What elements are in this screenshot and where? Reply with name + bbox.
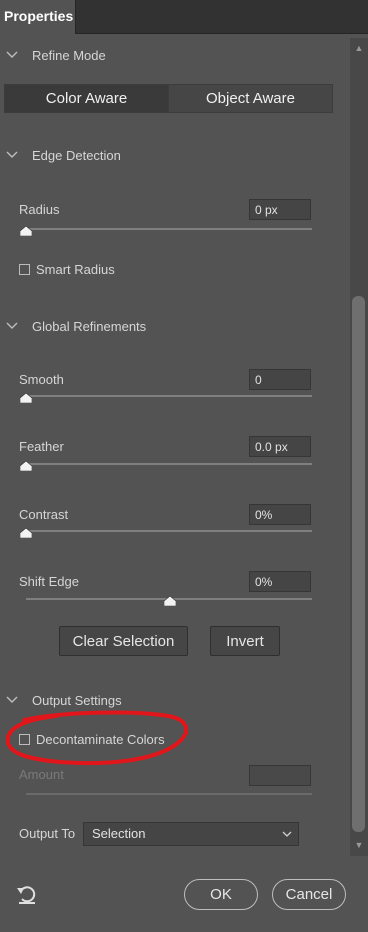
- object-aware-button[interactable]: Object Aware: [168, 85, 332, 112]
- smart-radius-checkbox[interactable]: [19, 264, 30, 275]
- feather-slider-track[interactable]: [26, 463, 312, 465]
- feather-slider-thumb[interactable]: [20, 461, 32, 471]
- radius-label: Radius: [19, 202, 60, 217]
- color-aware-button[interactable]: Color Aware: [5, 85, 168, 112]
- radius-slider-thumb[interactable]: [20, 226, 32, 236]
- properties-panel: [0, 34, 368, 932]
- smooth-slider-thumb[interactable]: [20, 393, 32, 403]
- red-annotation-circle: [5, 710, 188, 766]
- chevron-down-icon[interactable]: [5, 694, 19, 706]
- contrast-slider-thumb[interactable]: [20, 528, 32, 538]
- shift-edge-label: Shift Edge: [19, 574, 79, 589]
- tab-properties[interactable]: Properties: [0, 0, 76, 34]
- shift-edge-field[interactable]: 0%: [249, 571, 311, 592]
- output-to-selected-value: Selection: [92, 826, 146, 841]
- amount-field: [249, 765, 311, 786]
- smart-radius-label[interactable]: Smart Radius: [36, 262, 115, 277]
- contrast-slider-track[interactable]: [26, 530, 312, 532]
- invert-button[interactable]: Invert: [210, 626, 280, 656]
- scroll-up-arrow-icon[interactable]: ▲: [350, 38, 368, 58]
- ok-button[interactable]: OK: [184, 879, 258, 910]
- scroll-down-arrow-icon[interactable]: ▼: [350, 836, 368, 856]
- radius-field[interactable]: 0 px: [249, 199, 311, 220]
- contrast-label: Contrast: [19, 507, 69, 522]
- section-title-global-refinements[interactable]: Global Refinements: [32, 319, 146, 334]
- smooth-slider-track[interactable]: [26, 395, 312, 397]
- section-title-edge-detection[interactable]: Edge Detection: [32, 148, 121, 163]
- shift-edge-slider-thumb[interactable]: [164, 596, 176, 606]
- smooth-label: Smooth: [19, 372, 64, 387]
- clear-selection-button[interactable]: Clear Selection: [59, 626, 188, 656]
- chevron-down-icon[interactable]: [5, 49, 19, 61]
- contrast-field[interactable]: 0%: [249, 504, 311, 525]
- section-title-refine-mode[interactable]: Refine Mode: [32, 48, 106, 63]
- smooth-field[interactable]: 0: [249, 369, 311, 390]
- refine-mode-segmented-control: Color Aware Object Aware: [4, 84, 333, 113]
- feather-label: Feather: [19, 439, 64, 454]
- reset-icon[interactable]: [15, 882, 39, 906]
- section-title-output-settings[interactable]: Output Settings: [32, 693, 122, 708]
- feather-field[interactable]: 0.0 px: [249, 436, 311, 457]
- amount-slider-track: [26, 793, 312, 795]
- radius-slider-track[interactable]: [26, 228, 312, 230]
- scrollbar-thumb[interactable]: [352, 296, 365, 832]
- tab-bar: Properties: [0, 0, 368, 34]
- amount-label: Amount: [19, 767, 64, 782]
- chevron-down-icon[interactable]: [5, 149, 19, 161]
- output-to-select[interactable]: Selection: [83, 822, 299, 846]
- cancel-button[interactable]: Cancel: [272, 879, 346, 910]
- chevron-down-icon: [282, 831, 292, 837]
- output-to-label: Output To: [19, 826, 76, 841]
- chevron-down-icon[interactable]: [5, 320, 19, 332]
